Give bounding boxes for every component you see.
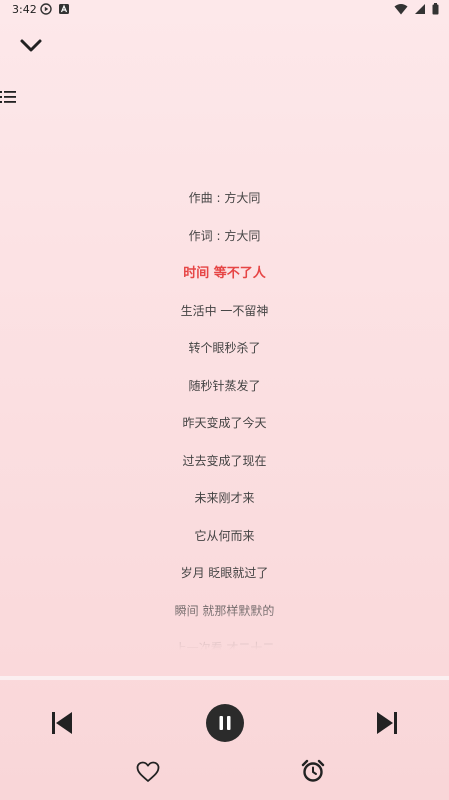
lyrics-view[interactable]: 作曲 : 方大同 作词 : 方大同 时间 等不了人 生活中 一不留神 转个眼秒杀了 随秒针…	[0, 180, 449, 650]
lyric-line: 作词 : 方大同	[188, 228, 261, 243]
playlist-icon	[0, 91, 16, 103]
lyric-line: 瞬间 就那样默默的	[174, 603, 275, 618]
controls-divider	[0, 676, 449, 680]
heart-outline-icon	[136, 761, 160, 782]
lyric-line: 过去变成了现在	[182, 453, 267, 468]
battery-icon	[432, 3, 439, 15]
collapse-button[interactable]	[18, 34, 44, 56]
lyric-line-current: 时间 等不了人	[183, 266, 266, 281]
alarm-clock-icon	[301, 759, 325, 782]
pause-button[interactable]	[206, 704, 244, 742]
media-notification-icon	[40, 3, 52, 15]
app-notification-icon	[59, 4, 69, 14]
next-button[interactable]	[373, 708, 401, 738]
chevron-down-icon	[20, 39, 42, 52]
status-notification-icons	[40, 3, 70, 15]
skip-previous-icon	[52, 712, 72, 734]
lyric-line: 转个眼秒杀了	[188, 341, 261, 355]
lyric-line: 未来刚才来	[194, 491, 255, 505]
playlist-button[interactable]	[0, 88, 18, 106]
lyric-line: 生活中 一不留神	[180, 303, 269, 318]
favorite-button[interactable]	[134, 759, 162, 785]
lyric-line: 岁月 眨眼就过了	[180, 566, 269, 580]
status-time: 3:42	[12, 3, 37, 16]
signal-icon	[415, 4, 425, 14]
lyric-line: 随秒针蒸发了	[188, 378, 261, 393]
lyric-line: 上一次看 才二十二	[174, 641, 275, 650]
wifi-icon	[394, 4, 408, 15]
lyric-line: 昨天变成了今天	[182, 416, 267, 430]
lyric-line: 作曲 : 方大同	[188, 191, 261, 205]
previous-button[interactable]	[48, 708, 76, 738]
status-bar: 3:42	[0, 0, 449, 20]
sleep-timer-button[interactable]	[299, 757, 327, 785]
skip-next-icon	[377, 712, 397, 734]
status-system-icons	[394, 3, 439, 15]
pause-icon	[219, 716, 231, 730]
lyric-line: 它从何而来	[194, 528, 255, 543]
